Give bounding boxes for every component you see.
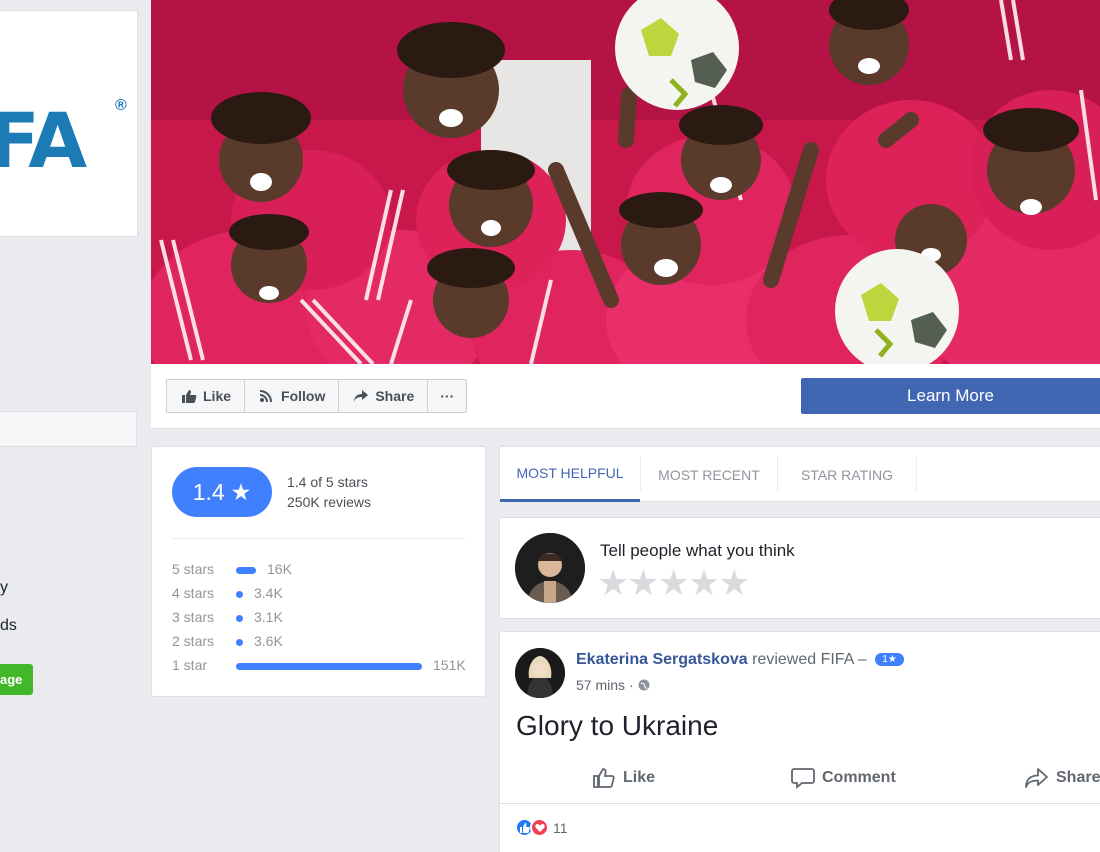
review-tabs: MOST HELPFUL MOST RECENT STAR RATING [499,446,1100,502]
rating-row-label: 1 star [172,657,208,673]
review-count[interactable]: 250K reviews [287,494,371,510]
page-action-buttons: Like Follow Share ··· [166,379,468,413]
rating-row-label: 5 stars [172,561,215,577]
tab-most-recent[interactable]: MOST RECENT [641,447,777,502]
heart-icon [534,823,545,832]
registered-mark: ® [115,97,127,114]
rating-row-count: 16K [267,561,292,577]
divider [172,538,465,539]
current-user-avatar[interactable] [515,533,585,603]
rating-score: 1.4 [192,478,225,505]
tab-star-rating[interactable]: STAR RATING [778,447,916,502]
write-review-card: Tell people what you think ★★★★★ [499,517,1100,619]
review-action-text: reviewed FIFA – [752,651,867,668]
more-options-button[interactable]: ··· [428,380,466,412]
create-page-button[interactable]: age [0,664,33,695]
fifa-logo-text: FA [0,96,87,185]
write-review-prompt: Tell people what you think [600,541,795,560]
thumbs-up-icon [182,389,197,403]
review-actions: Like Comment Share [500,761,1100,795]
left-text-fragment: y [0,579,8,596]
rating-row[interactable]: 2 stars 3.6K [172,631,472,651]
rating-row-bar [236,663,422,670]
rating-row[interactable]: 4 stars 3.4K [172,583,472,603]
review-star-badge: 1★ [875,653,904,666]
review-like-button[interactable]: Like [592,761,655,795]
page-follow-label: Follow [281,388,326,404]
rating-row[interactable]: 1 star 151K [172,655,472,675]
rating-summary-card: 1.4 ★ 1.4 of 5 stars 250K reviews 5 star… [151,446,486,697]
share-outline-icon [1025,768,1048,788]
learn-more-button[interactable]: Learn More [801,378,1100,414]
reviewer-avatar[interactable] [515,648,565,698]
globe-icon [638,679,650,691]
rating-row-bar [236,615,243,622]
page-share-button[interactable]: Share [339,380,429,412]
review-comment-button[interactable]: Comment [791,761,896,795]
tab-most-helpful[interactable]: MOST HELPFUL [500,447,640,502]
review-like-label: Like [623,769,656,786]
page-follow-button[interactable]: Follow [245,380,340,412]
rating-row-count: 3.6K [254,633,283,649]
cover-photo-image [151,0,1100,364]
comment-bubble-icon [791,768,815,789]
review-meta: 57 mins · [576,677,650,693]
divider [916,457,917,491]
rating-row-bar [236,591,243,598]
cover-photo[interactable] [151,0,1100,364]
rating-row-label: 4 stars [172,585,215,601]
rating-row[interactable]: 3 stars 3.1K [172,607,472,627]
page-share-label: Share [375,388,415,404]
rating-row-count: 3.1K [254,609,283,625]
rating-row-label: 3 stars [172,609,215,625]
love-reaction-icon [530,818,549,837]
star-icon: ★ [230,478,252,505]
review-header: Ekaterina Sergatskova reviewed FIFA – 1★ [576,651,904,669]
thumbs-up-outline-icon [593,768,615,788]
rating-row[interactable]: 5 stars 16K [172,559,472,579]
reaction-summary[interactable]: 11 [515,818,568,837]
left-text-fragment: ds [0,617,17,634]
rating-summary-text: 1.4 of 5 stars [287,474,368,490]
page-profile-logo[interactable]: FA ® [0,10,138,237]
reviewer-name-link[interactable]: Ekaterina Sergatskova [576,651,748,668]
page-like-button[interactable]: Like [167,380,246,412]
review-text: Glory to Ukraine [516,710,719,741]
left-nav-box[interactable] [0,411,137,447]
rating-row-label: 2 stars [172,633,215,649]
reaction-count: 11 [553,819,568,836]
meta-separator: · [629,677,634,693]
page-like-label: Like [203,388,232,404]
avatar-image [515,533,585,603]
rating-score-badge: 1.4 ★ [172,467,272,517]
divider [500,803,1100,804]
review-timestamp[interactable]: 57 mins [576,677,625,693]
page-action-bar: Like Follow Share ··· Learn More [151,364,1100,429]
rating-row-count: 151K [433,657,466,673]
review-post: Ekaterina Sergatskova reviewed FIFA – 1★… [499,631,1100,852]
star-rating-input[interactable]: ★★★★★ [597,565,750,601]
rating-row-count: 3.4K [254,585,283,601]
rating-row-bar [236,567,256,574]
review-comment-label: Comment [822,769,896,786]
avatar-image [515,648,565,698]
review-share-label: Share [1056,769,1100,786]
rating-row-bar [236,639,243,646]
review-share-button[interactable]: Share [1025,761,1100,795]
rss-follow-icon [259,390,273,403]
thumbs-up-small-icon [519,822,530,833]
share-arrow-icon [354,390,369,402]
